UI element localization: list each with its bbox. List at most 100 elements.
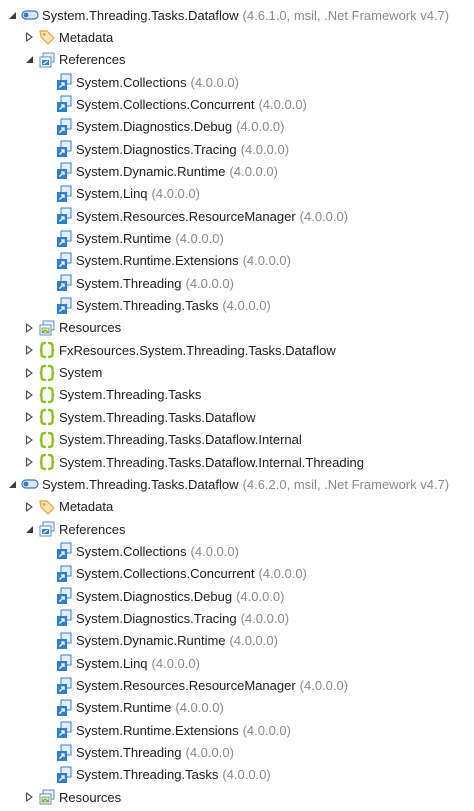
expand-arrow-icon[interactable] [23,434,35,446]
tree-node-system-threading-tasks-dataflow-internal-threading[interactable]: System.Threading.Tasks.Dataflow.Internal… [0,451,474,473]
namespace-icon [38,408,56,426]
reference-icon [55,654,73,672]
tree-node-references[interactable]: References [0,49,474,71]
reference-icon [55,252,73,270]
tree-node-system-diagnostics-tracing[interactable]: System.Diagnostics.Tracing (4.0.0.0) [0,138,474,160]
tree-node-system-threading-tasks[interactable]: System.Threading.Tasks [0,384,474,406]
collapse-arrow-icon[interactable] [6,9,18,21]
version-text: (4.0.0.0) [242,253,291,269]
tree-node-fxresources-system-threading-tasks-dataflow[interactable]: FxResources.System.Threading.Tasks.Dataf… [0,339,474,361]
tree-node-system-collections-concurrent[interactable]: System.Collections.Concurrent (4.0.0.0) [0,563,474,585]
tree-node-label: System.Collections.Concurrent [76,96,255,112]
expand-arrow-icon[interactable] [23,501,35,513]
tree-node-system-linq[interactable]: System.Linq (4.0.0.0) [0,183,474,205]
tree-node-system-threading[interactable]: System.Threading (4.0.0.0) [0,272,474,294]
tree-node-system-runtime[interactable]: System.Runtime (4.0.0.0) [0,228,474,250]
tree-node-label: System.Threading.Tasks.Dataflow [42,476,239,492]
tree-node-label: References [59,521,126,537]
resources-folder-icon [38,319,56,337]
expand-arrow-icon[interactable] [23,411,35,423]
tree-node-label: System.Threading.Tasks [76,298,219,314]
version-text: (4.0.0.0) [229,633,278,649]
tree-node-system-collections[interactable]: System.Collections (4.0.0.0) [0,540,474,562]
version-text: (4.0.0.0) [151,655,200,671]
reference-icon [55,766,73,784]
tree-node-system-diagnostics-debug[interactable]: System.Diagnostics.Debug (4.0.0.0) [0,585,474,607]
expand-arrow-icon[interactable] [23,31,35,43]
metadata-tag-icon [38,498,56,516]
version-text: (4.0.0.0) [240,610,290,626]
expand-arrow-icon[interactable] [23,367,35,379]
tree-node-system-resources-resourcemanager[interactable]: System.Resources.ResourceManager (4.0.0.0… [0,675,474,697]
version-text: (4.0.0.0) [299,208,349,224]
reference-icon [55,565,73,583]
version-text: (4.0.0.0) [229,163,278,179]
reference-icon [55,230,73,248]
tree-node-references[interactable]: References [0,518,474,540]
tree-node-label: System.Threading [76,745,182,761]
tree-node-system-diagnostics-tracing[interactable]: System.Diagnostics.Tracing (4.0.0.0) [0,607,474,629]
reference-icon [55,609,73,627]
version-text: (4.0.0.0) [175,231,224,246]
expand-arrow-icon[interactable] [23,791,35,803]
reference-icon [55,721,73,739]
reference-icon [55,699,73,717]
tree-node-system-threading-tasks-dataflow-internal[interactable]: System.Threading.Tasks.Dataflow.Internal [0,429,474,451]
collapse-arrow-icon[interactable] [23,523,35,535]
tree-node-resources[interactable]: Resources [0,317,474,339]
tree-node-system-collections-concurrent[interactable]: System.Collections.Concurrent (4.0.0.0) [0,93,474,115]
tree-node-system-threading[interactable]: System.Threading (4.0.0.0) [0,742,474,764]
reference-icon [55,95,73,113]
tree-node-label: System.Threading.Tasks.Dataflow.Internal… [59,454,364,470]
version-text: (4.0.0.0) [222,298,271,314]
tree-node-system-threading-tasks-dataflow[interactable]: System.Threading.Tasks.Dataflow (4.6.1.0,… [0,4,474,26]
expand-arrow-icon[interactable] [23,456,35,468]
tree-node-label: Metadata [59,29,114,45]
tree-node-system-threading-tasks-dataflow[interactable]: System.Threading.Tasks.Dataflow (4.6.2.0,… [0,473,474,495]
tree-node-system-runtime[interactable]: System.Runtime (4.0.0.0) [0,697,474,719]
tree-node-system-threading-tasks-dataflow[interactable]: System.Threading.Tasks.Dataflow [0,406,474,428]
reference-icon [55,140,73,158]
tree-node-system-dynamic-runtime[interactable]: System.Dynamic.Runtime (4.0.0.0) [0,160,474,182]
tree-node-label: System.Threading.Tasks [76,767,219,783]
tree-node-resources[interactable]: Resources [0,786,474,808]
reference-icon [55,632,73,650]
expand-arrow-icon[interactable] [23,344,35,356]
references-folder-icon [38,520,56,538]
tree-node-label: System.Diagnostics.Tracing [76,610,237,626]
tree-node-system-collections[interactable]: System.Collections (4.0.0.0) [0,71,474,93]
tree-node-system-threading-tasks[interactable]: System.Threading.Tasks (4.0.0.0) [0,764,474,786]
tree-node-label: System.Linq [76,655,148,671]
tree-node-system-runtime-extensions[interactable]: System.Runtime.Extensions (4.0.0.0) [0,250,474,272]
tree-node-system[interactable]: System [0,362,474,384]
metadata-tag-icon [38,28,56,46]
version-text: (4.0.0.0) [242,722,291,738]
tree-node-system-runtime-extensions[interactable]: System.Runtime.Extensions (4.0.0.0) [0,719,474,741]
tree-node-system-threading-tasks[interactable]: System.Threading.Tasks (4.0.0.0) [0,295,474,317]
tree-node-label: System.Linq [76,186,148,202]
expand-arrow-icon[interactable] [23,322,35,334]
tree-node-system-diagnostics-debug[interactable]: System.Diagnostics.Debug (4.0.0.0) [0,116,474,138]
tree-node-system-resources-resourcemanager[interactable]: System.Resources.ResourceManager (4.0.0.0… [0,205,474,227]
tree-node-label: System [59,365,103,381]
tree-node-label: System.Resources.ResourceManager [76,208,296,224]
expand-arrow-icon[interactable] [23,389,35,401]
version-text: (4.0.0.0) [299,678,349,693]
version-text: (4.0.0.0) [190,543,239,559]
version-text: (4.0.0.0) [185,275,234,291]
reference-icon [55,162,73,180]
assembly-icon [21,6,39,24]
tree-node-label: System.Threading.Tasks [59,387,202,403]
reference-icon [55,744,73,762]
tree-node-metadata[interactable]: Metadata [0,26,474,48]
tree-node-metadata[interactable]: Metadata [0,496,474,518]
assembly-tree-view[interactable]: System.Threading.Tasks.Dataflow (4.6.1.0,… [0,0,474,811]
version-text: (4.0.0.0) [185,745,234,761]
tree-node-system-linq[interactable]: System.Linq (4.0.0.0) [0,652,474,674]
version-text: (4.0.0.0) [258,96,307,112]
tree-node-system-dynamic-runtime[interactable]: System.Dynamic.Runtime (4.0.0.0) [0,630,474,652]
collapse-arrow-icon[interactable] [6,478,18,490]
tree-node-label: System.Collections [76,74,187,90]
reference-icon [55,542,73,560]
collapse-arrow-icon[interactable] [23,54,35,66]
